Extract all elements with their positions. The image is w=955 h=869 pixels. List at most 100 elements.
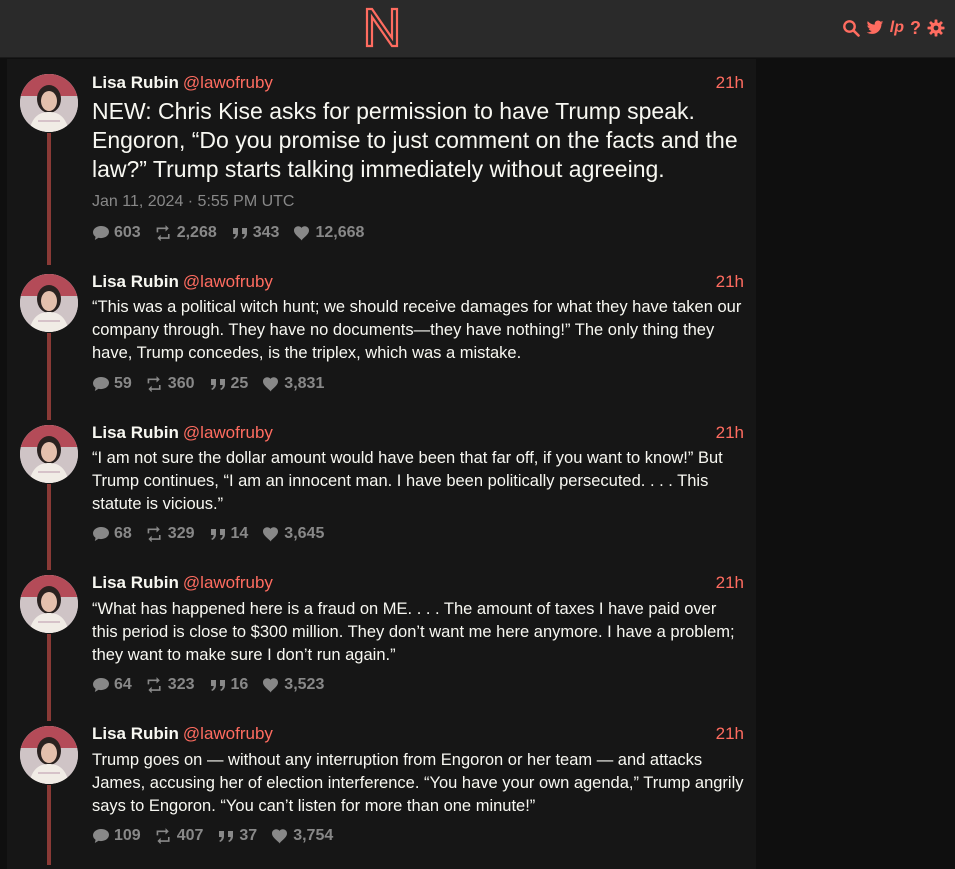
fullname[interactable]: Lisa Rubin [92, 423, 179, 442]
tweet-item[interactable]: Lisa Rubin @lawofruby 21h Trump goes on —… [7, 711, 756, 865]
retweet-icon [147, 677, 161, 693]
tweet-published: Jan 11, 2024 · 5:55 PM UTC [92, 193, 295, 210]
replies-count: 68 [114, 525, 132, 542]
tweet-stats: 59 360 25 3,831 [92, 375, 324, 393]
lp-icon[interactable]: lp [890, 19, 904, 37]
replies-stat[interactable]: 64 [92, 676, 132, 694]
avatar[interactable] [20, 425, 78, 483]
quotes-stat[interactable]: 343 [231, 224, 280, 242]
replies-stat[interactable]: 59 [92, 375, 132, 393]
avatar[interactable] [20, 274, 78, 332]
likes-count: 3,831 [284, 375, 325, 392]
replies-count: 59 [114, 375, 132, 392]
username[interactable]: @lawofruby [183, 423, 273, 442]
tweet-date[interactable]: 21h [716, 723, 744, 745]
quotes-stat[interactable]: 25 [209, 375, 249, 393]
retweets-stat[interactable]: 329 [146, 525, 195, 543]
reply-icon [93, 829, 109, 843]
twitter-icon[interactable] [866, 19, 884, 37]
tweet-date[interactable]: 21h [716, 422, 744, 444]
retweet-icon [147, 376, 161, 392]
tweet-content: NEW: Chris Kise asks for permission to h… [92, 98, 738, 182]
retweet-icon [156, 828, 170, 844]
tweet-item[interactable]: Lisa Rubin @lawofruby 21h “This was a pol… [7, 259, 756, 420]
replies-count: 64 [114, 676, 132, 693]
tweet-item[interactable]: Lisa Rubin @lawofruby 21h NEW: Chris Kise… [7, 59, 756, 265]
replies-stat[interactable]: 603 [92, 224, 141, 242]
retweets-count: 407 [176, 827, 204, 844]
tweet-date[interactable]: 21h [716, 271, 744, 293]
heart-icon [263, 377, 279, 392]
quotes-stat[interactable]: 37 [217, 827, 257, 845]
quotes-stat[interactable]: 14 [209, 525, 249, 543]
reply-icon [93, 527, 109, 541]
tweet-date[interactable]: 21h [716, 72, 744, 94]
username[interactable]: @lawofruby [183, 573, 273, 592]
retweet-icon [156, 225, 170, 241]
navbar: lp ? [0, 0, 955, 58]
quotes-count: 343 [252, 224, 280, 241]
quote-icon [210, 680, 225, 691]
help-icon[interactable]: ? [910, 19, 921, 37]
reply-icon [93, 377, 109, 391]
likes-stat[interactable]: 3,754 [271, 827, 333, 845]
fullname[interactable]: Lisa Rubin [92, 724, 179, 743]
heart-icon [294, 226, 310, 241]
quotes-count: 16 [230, 676, 249, 693]
thread-line [47, 785, 51, 865]
tweet-header: Lisa Rubin @lawofruby 21h [92, 422, 744, 444]
retweets-stat[interactable]: 323 [146, 676, 195, 694]
avatar[interactable] [20, 575, 78, 633]
quotes-count: 37 [239, 827, 258, 844]
quotes-count: 14 [230, 525, 249, 542]
retweets-count: 329 [167, 525, 195, 542]
retweets-stat[interactable]: 407 [155, 827, 204, 845]
timeline: Lisa Rubin @lawofruby 21h NEW: Chris Kise… [7, 59, 756, 869]
likes-stat[interactable]: 3,645 [262, 525, 324, 543]
tweet-stats: 68 329 14 3,645 [92, 525, 324, 543]
thread-line [47, 133, 51, 265]
quote-icon [232, 228, 247, 239]
fullname[interactable]: Lisa Rubin [92, 573, 179, 592]
tweet-item[interactable]: Lisa Rubin @lawofruby 21h “I am not sure … [7, 410, 756, 570]
tweet-header: Lisa Rubin @lawofruby 21h [92, 271, 744, 293]
fullname[interactable]: Lisa Rubin [92, 73, 179, 92]
likes-count: 3,754 [293, 827, 334, 844]
tweet-date[interactable]: 21h [716, 572, 744, 594]
tweet-content: “What has happened here is a fraud on ME… [92, 600, 735, 664]
username[interactable]: @lawofruby [183, 73, 273, 92]
tweet-stats: 64 323 16 3,523 [92, 676, 324, 694]
username[interactable]: @lawofruby [183, 724, 273, 743]
tweet-item[interactable]: Lisa Rubin @lawofruby 21h “What has happe… [7, 560, 756, 721]
retweet-icon [147, 526, 161, 542]
nitter-logo[interactable] [363, 6, 401, 48]
avatar[interactable] [20, 726, 78, 784]
replies-stat[interactable]: 68 [92, 525, 132, 543]
gear-icon[interactable] [927, 19, 945, 37]
likes-stat[interactable]: 12,668 [293, 224, 364, 242]
quotes-stat[interactable]: 16 [209, 676, 249, 694]
replies-stat[interactable]: 109 [92, 827, 141, 845]
tweet-header: Lisa Rubin @lawofruby 21h [92, 723, 744, 745]
heart-icon [272, 829, 288, 844]
quote-icon [219, 831, 234, 842]
retweets-stat[interactable]: 360 [146, 375, 195, 393]
heart-icon [263, 678, 279, 693]
username[interactable]: @lawofruby [183, 272, 273, 291]
fullname[interactable]: Lisa Rubin [92, 272, 179, 291]
avatar[interactable] [20, 74, 78, 132]
quote-icon [210, 379, 225, 390]
retweets-count: 360 [167, 375, 195, 392]
retweets-count: 2,268 [176, 224, 217, 241]
retweets-stat[interactable]: 2,268 [155, 224, 217, 242]
quotes-count: 25 [230, 375, 249, 392]
tweet-header: Lisa Rubin @lawofruby 21h [92, 72, 744, 94]
likes-stat[interactable]: 3,831 [262, 375, 324, 393]
tweet-content: Trump goes on — without any interruption… [92, 751, 744, 815]
tweet-content: “This was a political witch hunt; we sho… [92, 298, 742, 362]
replies-count: 109 [114, 827, 141, 844]
replies-count: 603 [114, 224, 141, 241]
reply-icon [93, 678, 109, 692]
search-icon[interactable] [842, 19, 860, 37]
likes-stat[interactable]: 3,523 [262, 676, 324, 694]
